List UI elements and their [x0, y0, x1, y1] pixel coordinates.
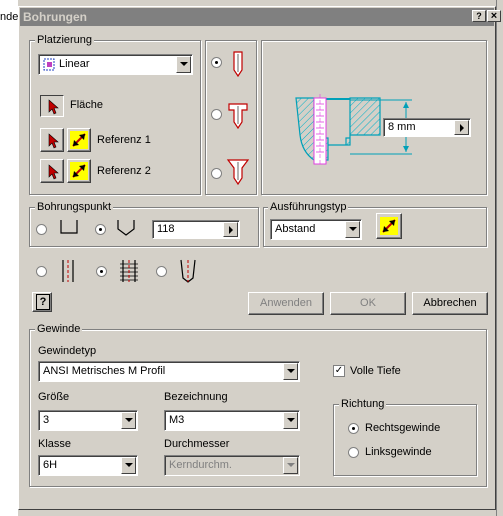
thread-type-combo[interactable]: ANSI Metrisches M Profil	[38, 361, 300, 382]
depth-options-button[interactable]	[454, 120, 469, 135]
thread-type-dropdown-button[interactable]	[283, 363, 298, 380]
help-icon: ?	[36, 294, 50, 310]
flat-drill-point-icon	[60, 220, 78, 234]
right-hand-radio[interactable]	[348, 423, 359, 434]
termination-group-label: Ausführungstyp	[268, 201, 349, 213]
tapped-hole-icon	[120, 260, 138, 282]
designation-value: M3	[169, 414, 185, 426]
designation-label: Bezeichnung	[164, 391, 228, 403]
size-value: 3	[43, 414, 50, 426]
drill-angle-value: 118	[157, 223, 175, 235]
size-dropdown-button[interactable]	[121, 412, 136, 429]
designation-combo[interactable]: M3	[164, 410, 300, 431]
tapped-hole-radio[interactable]	[96, 266, 107, 277]
diameter-label: Durchmesser	[164, 438, 230, 450]
termination-type-combo[interactable]: Abstand	[270, 219, 362, 240]
class-value: 6H	[43, 459, 58, 471]
reference2-select-button[interactable]	[40, 159, 64, 183]
flip-direction-icon	[70, 131, 88, 149]
close-button[interactable]: ×	[487, 10, 501, 22]
depth-value: 8 mm	[388, 121, 416, 133]
select-arrow-icon	[48, 133, 59, 149]
taper-tapped-hole-icon	[180, 259, 196, 283]
angled-drill-point-icon	[117, 220, 135, 236]
full-depth-label: Volle Tiefe	[350, 365, 401, 377]
thread-type-label: Gewindetyp	[38, 345, 97, 357]
window-title: Bohrungen	[23, 10, 87, 24]
simple-hole-icon	[62, 260, 74, 282]
reference1-select-button[interactable]	[40, 128, 64, 152]
cancel-button[interactable]: Abbrechen	[412, 292, 488, 315]
background-window-right	[496, 0, 503, 516]
surface-select-button[interactable]	[40, 95, 64, 117]
diameter-combo: Kerndurchm.	[164, 455, 300, 476]
thread-type-value: ANSI Metrisches M Profil	[43, 365, 166, 377]
flat-drill-point-radio[interactable]	[36, 224, 47, 235]
flip-direction-icon	[70, 162, 88, 180]
class-combo[interactable]: 6H	[38, 455, 138, 476]
angled-drill-point-radio[interactable]	[95, 224, 106, 235]
apply-button[interactable]: Anwenden	[248, 292, 324, 315]
flip-direction-icon	[380, 217, 398, 235]
termination-type-value: Abstand	[275, 223, 316, 235]
full-depth-checkbox[interactable]: ✓	[333, 365, 345, 377]
title-bar[interactable]: Bohrungen ? ×	[20, 8, 501, 26]
help-button[interactable]: ?	[32, 292, 52, 312]
select-arrow-icon	[48, 99, 59, 115]
diameter-dropdown-button	[283, 457, 298, 474]
reference2-label: Referenz 2	[97, 165, 151, 177]
class-dropdown-button[interactable]	[121, 457, 136, 474]
left-hand-radio[interactable]	[348, 447, 359, 458]
drill-angle-input[interactable]: 118	[152, 220, 240, 239]
drilled-hole-icon	[233, 51, 243, 78]
size-label: Größe	[38, 391, 70, 403]
ok-button[interactable]: OK	[330, 292, 406, 315]
reference2-flip-button[interactable]	[67, 159, 91, 183]
linear-placement-icon	[43, 58, 55, 71]
select-arrow-icon	[48, 164, 59, 180]
placement-dropdown-button[interactable]	[176, 56, 191, 73]
termination-flip-button[interactable]	[376, 213, 402, 239]
right-hand-label: Rechtsgewinde	[365, 422, 441, 434]
countersink-hole-icon	[226, 159, 250, 186]
drill-point-group-label: Bohrungspunkt	[35, 201, 113, 213]
background-window-text: nde	[0, 11, 19, 23]
drill-angle-options-button[interactable]	[223, 222, 238, 237]
diameter-value: Kerndurchm.	[169, 459, 232, 471]
background-window	[0, 0, 18, 516]
left-hand-label: Linksgewinde	[365, 446, 432, 458]
countersink-hole-radio[interactable]	[211, 168, 222, 179]
placement-type-value: Linear	[59, 58, 90, 70]
help-title-button[interactable]: ?	[472, 10, 486, 22]
reference1-label: Referenz 1	[97, 134, 151, 146]
size-combo[interactable]: 3	[38, 410, 138, 431]
depth-input[interactable]: 8 mm	[383, 118, 471, 137]
reference1-flip-button[interactable]	[67, 128, 91, 152]
taper-tapped-hole-radio[interactable]	[156, 266, 167, 277]
surface-label: Fläche	[70, 99, 104, 111]
termination-dropdown-button[interactable]	[345, 221, 360, 238]
class-label: Klasse	[38, 438, 72, 450]
designation-dropdown-button[interactable]	[283, 412, 298, 429]
drilled-hole-radio[interactable]	[211, 57, 222, 68]
placement-type-combo[interactable]: Linear	[38, 54, 193, 75]
direction-group	[333, 404, 477, 476]
counterbore-hole-radio[interactable]	[211, 109, 222, 120]
thread-group-label: Gewinde	[35, 323, 83, 335]
placement-group-label: Platzierung	[35, 34, 95, 46]
direction-group-label: Richtung	[339, 398, 387, 410]
simple-hole-radio[interactable]	[36, 266, 47, 277]
counterbore-hole-icon	[228, 103, 248, 130]
